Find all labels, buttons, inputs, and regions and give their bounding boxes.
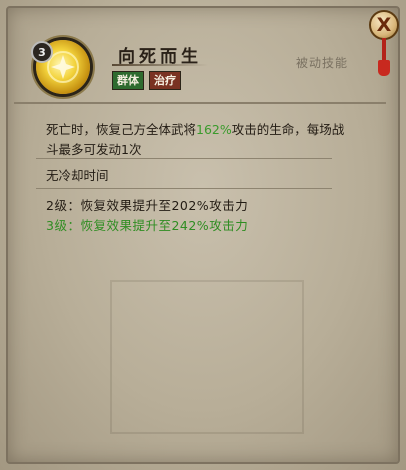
divider <box>36 188 332 189</box>
title-divider <box>112 64 208 66</box>
close-icon: X <box>376 13 392 36</box>
upgrade-level-2: 2级：恢复效果提升至202%攻击力 <box>46 198 249 213</box>
cooldown-text: 无冷却时间 <box>46 168 109 183</box>
close-button[interactable]: X <box>369 10 399 40</box>
skill-description: 死亡时，恢复己方全体武将162%攻击的生命，每场战斗最多可发动1次 <box>46 120 346 160</box>
background-illustration <box>110 280 304 434</box>
description-part1: 死亡时，恢复己方全体武将 <box>46 122 197 137</box>
upgrade-level-3: 3级：恢复效果提升至242%攻击力 <box>46 218 249 233</box>
skill-level-badge: 3 <box>31 41 53 63</box>
skill-type-label: 被动技能 <box>296 56 349 70</box>
tag-group: 群体 <box>112 71 144 90</box>
description-highlight: 162% <box>196 122 232 137</box>
tag-heal: 治疗 <box>149 71 181 90</box>
tassel-decoration <box>378 38 390 76</box>
divider <box>36 158 332 159</box>
